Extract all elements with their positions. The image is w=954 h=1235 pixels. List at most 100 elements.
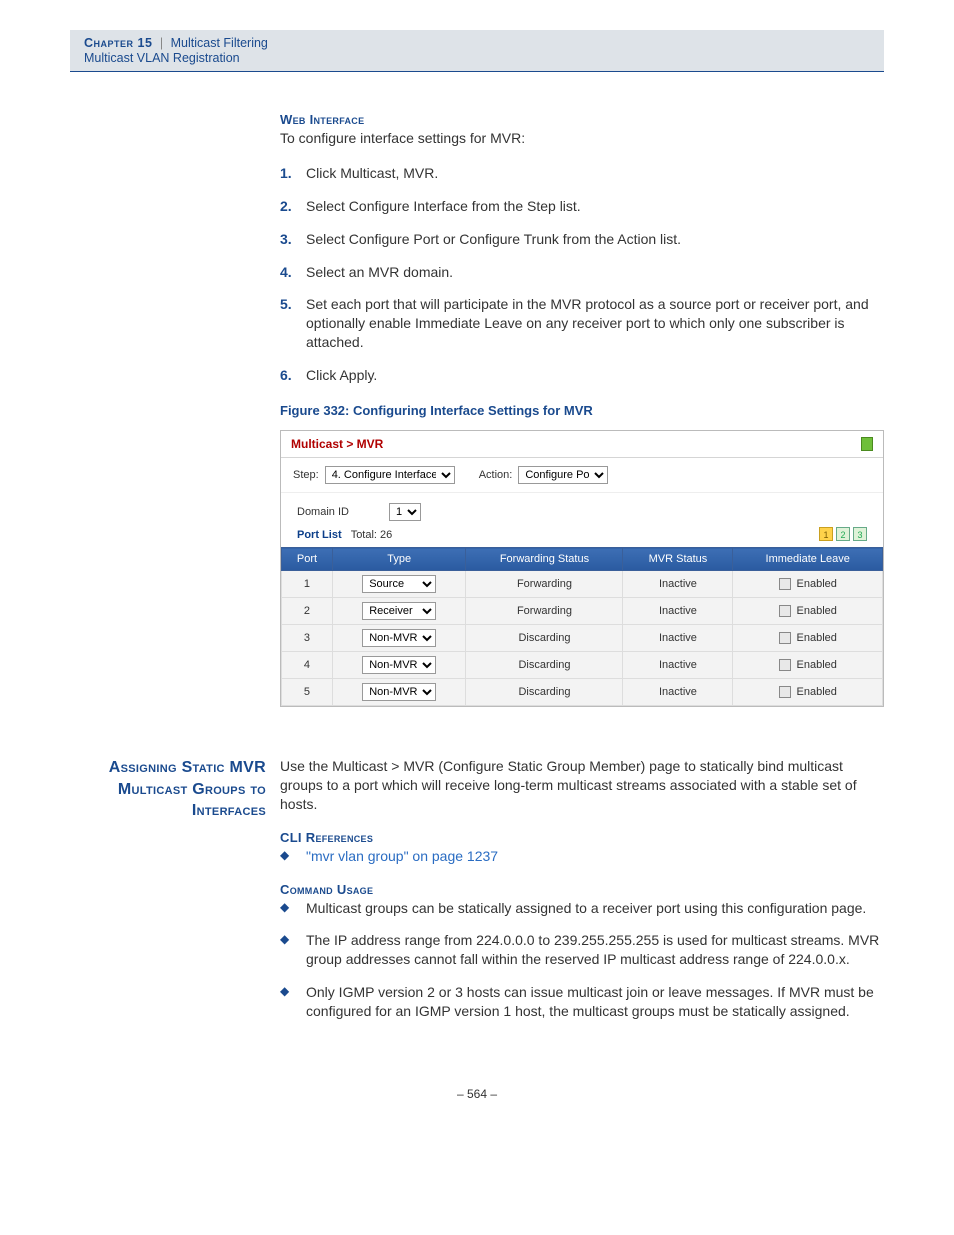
page-button[interactable]: 1 [819, 527, 833, 541]
type-cell: Non-MVR [332, 625, 466, 652]
page-header: Chapter 15 | Multicast Filtering Multica… [70, 30, 884, 71]
mvr-status-cell: Inactive [623, 571, 733, 598]
page-number: – 564 – [0, 1087, 954, 1101]
forwarding-status-cell: Discarding [466, 625, 623, 652]
table-row: 5 Non-MVR DiscardingInactiveEnabled [282, 679, 883, 706]
side-heading: Assigning Static MVR Multicast Groups to… [100, 757, 280, 1037]
type-select[interactable]: Non-MVR [362, 656, 436, 674]
page-button[interactable]: 2 [836, 527, 850, 541]
usage-item: ◆Multicast groups can be statically assi… [280, 899, 884, 918]
cli-references-heading: CLI References [280, 830, 884, 845]
help-icon[interactable] [861, 437, 873, 451]
paginator: 123 [819, 527, 867, 541]
mvr-status-cell: Inactive [623, 652, 733, 679]
figure-title: Figure 332: Configuring Interface Settin… [280, 403, 884, 418]
step-select[interactable]: 4. Configure Interface [325, 466, 455, 484]
forwarding-status-cell: Discarding [466, 652, 623, 679]
immediate-leave-cell: Enabled [733, 652, 883, 679]
forwarding-status-cell: Forwarding [466, 571, 623, 598]
type-select[interactable]: Receiver [362, 602, 436, 620]
breadcrumb: Multicast > MVR [291, 437, 383, 451]
total-value: 26 [380, 529, 392, 541]
step-text: Click Apply. [306, 366, 377, 385]
step-item: 1.Click Multicast, MVR. [280, 164, 884, 183]
step-text: Set each port that will participate in t… [306, 295, 884, 352]
bullet-icon: ◆ [280, 931, 306, 969]
usage-text: Multicast groups can be statically assig… [306, 899, 866, 918]
page-button[interactable]: 3 [853, 527, 867, 541]
bullet-icon: ◆ [280, 899, 306, 918]
table-row: 2ReceiverForwardingInactiveEnabled [282, 598, 883, 625]
enabled-checkbox[interactable] [779, 605, 791, 617]
usage-text: The IP address range from 224.0.0.0 to 2… [306, 931, 884, 969]
port-cell: 5 [282, 679, 333, 706]
immediate-leave-cell: Enabled [733, 598, 883, 625]
step-text: Select an MVR domain. [306, 263, 453, 282]
step-item: 6.Click Apply. [280, 366, 884, 385]
header-separator: | [160, 36, 163, 50]
step-label: Step: [293, 469, 319, 481]
step-text: Select Configure Interface from the Step… [306, 197, 581, 216]
section-label: Multicast Filtering [171, 36, 268, 50]
port-list-label: Port List [297, 529, 342, 541]
mvr-status-cell: Inactive [623, 598, 733, 625]
type-select[interactable]: Non-MVR [362, 629, 436, 647]
column-header: Immediate Leave [733, 548, 883, 571]
usage-item: ◆Only IGMP version 2 or 3 hosts can issu… [280, 983, 884, 1021]
domain-id-select[interactable]: 1 [389, 503, 421, 521]
mvr-status-cell: Inactive [623, 679, 733, 706]
type-cell: Non-MVR [332, 652, 466, 679]
step-number: 1. [280, 164, 306, 183]
forwarding-status-cell: Discarding [466, 679, 623, 706]
column-header: Port [282, 548, 333, 571]
type-cell: Source [332, 571, 466, 598]
column-header: MVR Status [623, 548, 733, 571]
type-select[interactable]: Non-MVR [362, 683, 436, 701]
step-item: 4.Select an MVR domain. [280, 263, 884, 282]
type-select[interactable]: Source [362, 575, 436, 593]
step-number: 4. [280, 263, 306, 282]
chapter-label: Chapter 15 [84, 36, 152, 50]
action-label: Action: [479, 469, 513, 481]
mvr-status-cell: Inactive [623, 625, 733, 652]
step-item: 5.Set each port that will participate in… [280, 295, 884, 352]
enabled-label: Enabled [797, 578, 837, 590]
table-row: 4 Non-MVR DiscardingInactive Enabled [282, 652, 883, 679]
enabled-label: Enabled [797, 605, 837, 617]
header-rule [70, 71, 884, 72]
step-number: 2. [280, 197, 306, 216]
steps-list: 1.Click Multicast, MVR.2.Select Configur… [280, 164, 884, 385]
immediate-leave-cell: Enabled [733, 679, 883, 706]
section-intro: Use the Multicast > MVR (Configure Stati… [280, 757, 884, 814]
enabled-checkbox[interactable] [779, 632, 791, 644]
action-select[interactable]: Configure Port [518, 466, 608, 484]
subsection-label: Multicast VLAN Registration [84, 51, 870, 65]
bullet-icon: ◆ [280, 983, 306, 1021]
usage-item: ◆The IP address range from 224.0.0.0 to … [280, 931, 884, 969]
immediate-leave-cell: Enabled [733, 625, 883, 652]
port-cell: 4 [282, 652, 333, 679]
enabled-checkbox[interactable] [779, 659, 791, 671]
enabled-label: Enabled [797, 632, 837, 644]
command-usage-list: ◆Multicast groups can be statically assi… [280, 899, 884, 1021]
cli-mvr-vlan-group-link[interactable]: "mvr vlan group" on page 1237 [306, 847, 498, 866]
usage-text: Only IGMP version 2 or 3 hosts can issue… [306, 983, 884, 1021]
enabled-checkbox[interactable] [779, 578, 791, 590]
type-cell: Receiver [332, 598, 466, 625]
port-cell: 1 [282, 571, 333, 598]
port-table: PortTypeForwarding StatusMVR StatusImmed… [281, 547, 883, 706]
table-row: 3 Non-MVR DiscardingInactive Enabled [282, 625, 883, 652]
step-text: Click Multicast, MVR. [306, 164, 438, 183]
step-number: 6. [280, 366, 306, 385]
step-number: 3. [280, 230, 306, 249]
port-cell: 2 [282, 598, 333, 625]
enabled-label: Enabled [797, 659, 837, 671]
step-text: Select Configure Port or Configure Trunk… [306, 230, 681, 249]
port-cell: 3 [282, 625, 333, 652]
mvr-config-panel: Multicast > MVR Step: 4. Configure Inter… [280, 430, 884, 707]
command-usage-heading: Command Usage [280, 882, 884, 897]
bullet-icon: ◆ [280, 847, 306, 866]
domain-id-label: Domain ID [297, 506, 349, 518]
enabled-checkbox[interactable] [779, 686, 791, 698]
column-header: Type [332, 548, 466, 571]
